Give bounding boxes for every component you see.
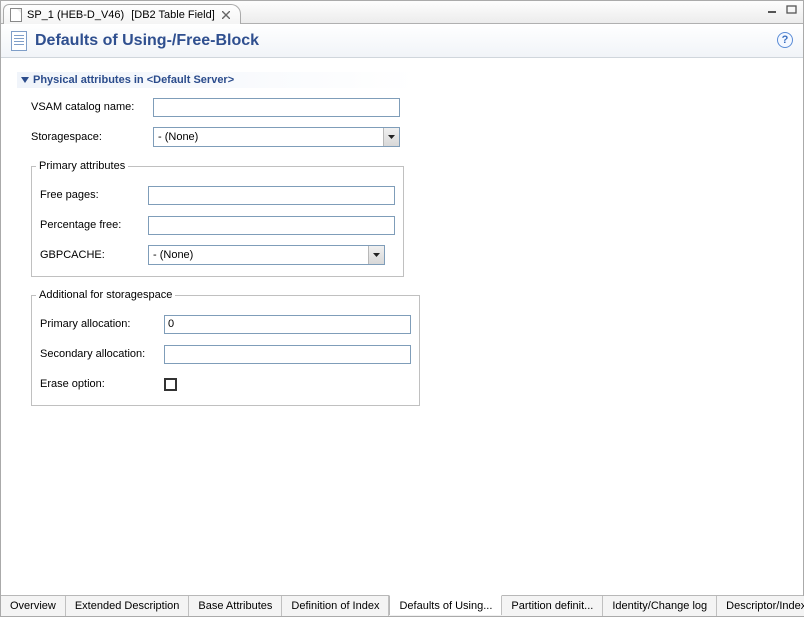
row-primary-alloc: Primary allocation: xyxy=(40,313,411,335)
percentage-free-input[interactable] xyxy=(148,216,395,235)
help-button[interactable]: ? xyxy=(777,32,793,48)
row-percentage-free: Percentage free: xyxy=(40,214,395,236)
label-storagespace: Storagespace: xyxy=(31,131,153,143)
tab-identity-change-log[interactable]: Identity/Change log xyxy=(603,596,717,616)
tab-overview[interactable]: Overview xyxy=(1,596,66,616)
row-storagespace: Storagespace: - (None) xyxy=(31,126,793,148)
storagespace-select[interactable]: - (None) xyxy=(153,127,400,147)
editor-tab-bar: SP_1 (HEB-D_V46) [DB2 Table Field] xyxy=(1,1,803,24)
label-erase: Erase option: xyxy=(40,378,164,390)
vsam-catalog-input[interactable] xyxy=(153,98,400,117)
section-toggle-physical-attributes[interactable]: Physical attributes in <Default Server> xyxy=(17,72,417,88)
editor-tab[interactable]: SP_1 (HEB-D_V46) [DB2 Table Field] xyxy=(3,4,241,24)
dropdown-icon xyxy=(368,246,384,264)
group-additional-storagespace: Additional for storagespace Primary allo… xyxy=(31,289,420,406)
content-area: Physical attributes in <Default Server> … xyxy=(1,58,803,595)
row-vsam: VSAM catalog name: xyxy=(31,96,793,118)
legend-additional: Additional for storagespace xyxy=(36,289,175,301)
view-controls xyxy=(765,3,799,17)
dropdown-icon xyxy=(383,128,399,146)
tab-context: [DB2 Table Field] xyxy=(131,9,215,21)
free-pages-input[interactable] xyxy=(148,186,395,205)
document-icon xyxy=(11,31,27,51)
maximize-view-button[interactable] xyxy=(784,3,799,17)
close-tab-button[interactable] xyxy=(220,9,232,21)
label-vsam: VSAM catalog name: xyxy=(31,101,153,113)
tab-defaults-of-using[interactable]: Defaults of Using... xyxy=(389,595,502,615)
primary-allocation-input[interactable] xyxy=(164,315,411,334)
label-gbpcache: GBPCACHE: xyxy=(40,249,148,261)
tab-extended-description[interactable]: Extended Description xyxy=(66,596,190,616)
tab-definition-of-index[interactable]: Definition of Index xyxy=(282,596,389,616)
label-free-pages: Free pages: xyxy=(40,189,148,201)
tab-descriptor-index[interactable]: Descriptor/Index ... xyxy=(717,596,804,616)
row-secondary-alloc: Secondary allocation: xyxy=(40,343,411,365)
secondary-allocation-input[interactable] xyxy=(164,345,411,364)
tab-base-attributes[interactable]: Base Attributes xyxy=(189,596,282,616)
gbpcache-value: - (None) xyxy=(153,249,193,261)
label-secondary-alloc: Secondary allocation: xyxy=(40,348,164,360)
legend-primary: Primary attributes xyxy=(36,160,128,172)
page-tabs: Overview Extended Description Base Attri… xyxy=(1,595,803,616)
label-primary-alloc: Primary allocation: xyxy=(40,318,164,330)
storagespace-value: - (None) xyxy=(158,131,198,143)
chevron-down-icon xyxy=(21,77,29,83)
label-percentage-free: Percentage free: xyxy=(40,219,148,231)
gbpcache-select[interactable]: - (None) xyxy=(148,245,385,265)
file-icon xyxy=(10,8,22,22)
tab-name: SP_1 (HEB-D_V46) xyxy=(27,9,124,21)
row-erase: Erase option: xyxy=(40,373,411,395)
erase-option-checkbox[interactable] xyxy=(164,378,177,391)
minimize-view-button[interactable] xyxy=(765,3,780,17)
row-gbpcache: GBPCACHE: - (None) xyxy=(40,244,395,266)
group-primary-attributes: Primary attributes Free pages: Percentag… xyxy=(31,160,404,277)
tab-partition-definition[interactable]: Partition definit... xyxy=(502,596,603,616)
row-free-pages: Free pages: xyxy=(40,184,395,206)
section-title: Physical attributes in <Default Server> xyxy=(33,74,234,86)
page-title-bar: Defaults of Using-/Free-Block ? xyxy=(1,24,803,58)
page-title: Defaults of Using-/Free-Block xyxy=(35,32,259,50)
